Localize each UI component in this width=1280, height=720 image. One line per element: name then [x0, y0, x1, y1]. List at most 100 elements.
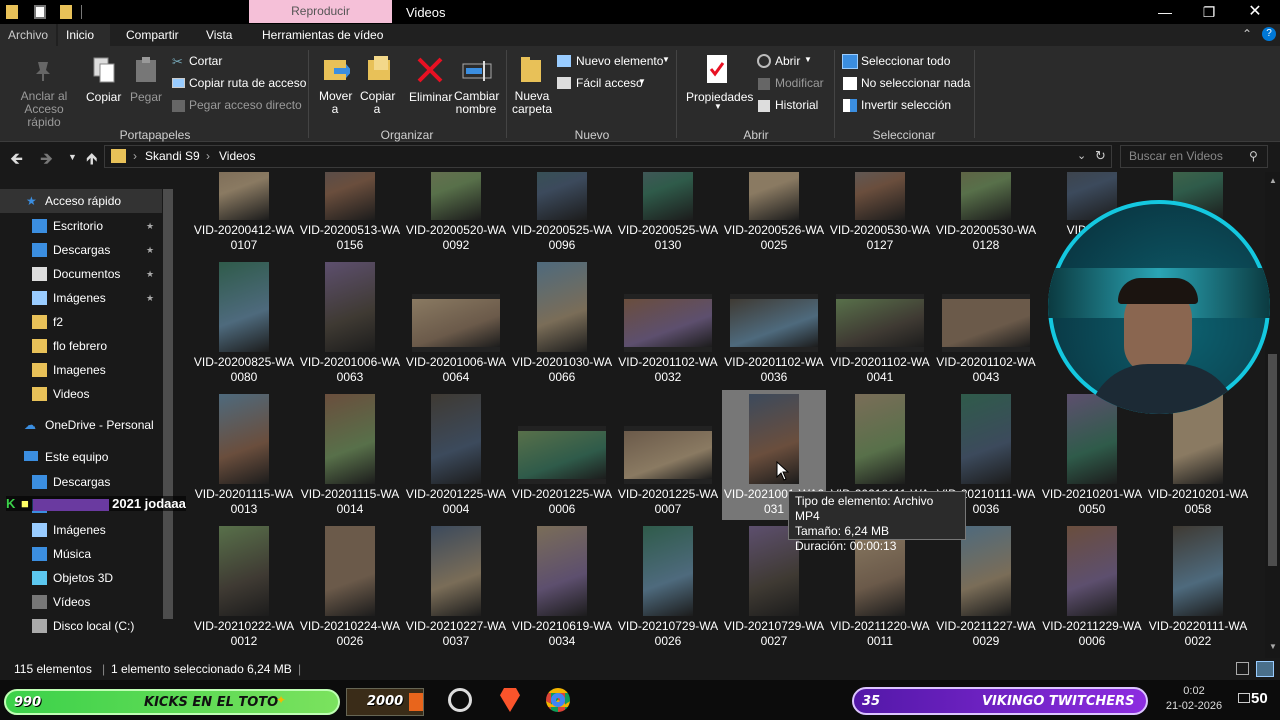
breadcrumb-skandi[interactable]: Skandi S9 — [145, 149, 200, 163]
sidebar-item-este-equipo[interactable]: Este equipo — [0, 445, 162, 469]
nuevo-elemento-button[interactable]: Nuevo elemento — [576, 54, 663, 68]
file-tile[interactable]: VID-20201225-WA0004 — [404, 390, 508, 520]
file-tile[interactable]: VID-20200530-WA0127 — [828, 172, 932, 256]
nav-scrollbar[interactable] — [163, 183, 173, 657]
back-arrow-icon[interactable]: 🡸 — [10, 148, 23, 175]
file-tile[interactable]: VID-20200526-WA0025 — [722, 172, 826, 256]
details-view-icon[interactable] — [1236, 662, 1249, 675]
sidebar-item-qa-7[interactable]: Videos — [0, 382, 162, 406]
file-tile[interactable]: VID-20220111-WA0022 — [1146, 522, 1250, 652]
seleccionar-todo-button[interactable]: Seleccionar todo — [861, 54, 950, 68]
scroll-up-icon[interactable]: ▲ — [1269, 176, 1277, 185]
new-folder-quick-icon[interactable] — [60, 5, 72, 19]
file-tile[interactable]: VID-20200520-WA0092 — [404, 172, 508, 256]
file-tile[interactable]: VID-20201115-WA0014 — [298, 390, 402, 520]
file-tile[interactable]: VID-20210619-WA0034 — [510, 522, 614, 652]
properties-quick-icon[interactable] — [34, 5, 46, 19]
refresh-icon[interactable]: ↻ — [1095, 148, 1106, 164]
pin-icon[interactable]: ★ — [146, 286, 154, 310]
file-tile[interactable]: VID-20201030-WA0066 — [510, 258, 614, 388]
sidebar-item-pc-6[interactable]: Disco local (C:) — [0, 614, 162, 638]
sidebar-item-pc-3[interactable]: Música — [0, 542, 162, 566]
vertical-scrollbar[interactable]: ▲ ▼ — [1265, 172, 1280, 658]
search-box[interactable]: Buscar en Videos ⚲ — [1120, 145, 1268, 168]
sidebar-item-qa-1[interactable]: Descargas ★ — [0, 238, 162, 262]
close-button[interactable]: ✕ — [1232, 2, 1278, 22]
cambiar-nombre-button[interactable]: Cambiar nombre — [454, 90, 499, 116]
chevron-right-icon[interactable]: › — [206, 149, 210, 163]
file-tile[interactable]: VID-20210224-WA0026 — [298, 522, 402, 652]
copiar-ruta-button[interactable]: Copiar ruta de acceso — [189, 76, 306, 90]
sidebar-item-pc-2[interactable]: Imágenes — [0, 518, 162, 542]
breadcrumb-videos[interactable]: Videos — [219, 149, 255, 163]
forward-arrow-icon[interactable]: 🡺 — [40, 148, 53, 175]
sidebar-item-pc-4[interactable]: Objetos 3D — [0, 566, 162, 590]
minimize-button[interactable]: — — [1142, 2, 1188, 22]
file-tile[interactable]: VID-20201225-WA0006 — [510, 390, 614, 520]
sidebar-item-qa-4[interactable]: f2 — [0, 310, 162, 334]
file-tile[interactable]: VID-20201115-WA0013 — [192, 390, 296, 520]
no-seleccionar-button[interactable]: No seleccionar nada — [861, 76, 970, 90]
scroll-down-icon[interactable]: ▼ — [1269, 642, 1277, 651]
scroll-thumb[interactable] — [1268, 354, 1277, 566]
pin-icon[interactable]: ★ — [146, 214, 154, 238]
chevron-down-icon[interactable]: ⌄ — [1077, 149, 1086, 162]
tab-archivo[interactable]: Archivo — [0, 24, 56, 46]
file-tile[interactable]: VID-20210222-WA0012 — [192, 522, 296, 652]
scroll-thumb[interactable] — [163, 189, 173, 619]
eliminar-button[interactable]: Eliminar — [409, 90, 452, 104]
dropdown-arrow-icon[interactable]: ▼ — [714, 102, 722, 111]
modificar-button[interactable]: Modificar — [775, 76, 824, 90]
file-tile[interactable]: VID-20201102-WA0041 — [828, 258, 932, 388]
file-tile[interactable]: VID-20200530-WA0128 — [934, 172, 1038, 256]
file-tile[interactable]: VID-20210227-WA0037 — [404, 522, 508, 652]
sidebar-item-qa-5[interactable]: flo febrero — [0, 334, 162, 358]
file-tile[interactable]: VID-20201102-WA0036 — [722, 258, 826, 388]
sidebar-item-acceso-rapido[interactable]: ★ Acceso rápido — [0, 189, 162, 213]
maximize-button[interactable]: ❐ — [1186, 2, 1232, 22]
help-icon[interactable]: ? — [1262, 27, 1276, 41]
file-tile[interactable]: VID-20200513-WA0156 — [298, 172, 402, 256]
file-tile[interactable]: VID-20201102-WA0032 — [616, 258, 720, 388]
tab-compartir[interactable]: Compartir — [118, 24, 187, 46]
tab-herramientas-video[interactable]: Herramientas de vídeo — [254, 24, 391, 46]
sidebar-item-qa-3[interactable]: Imágenes ★ — [0, 286, 162, 310]
chevron-up-icon[interactable]: ⌃ — [1242, 27, 1252, 41]
file-tile[interactable]: VID-20201102-WA0043 — [934, 258, 1038, 388]
context-tab-reproducir[interactable]: Reproducir — [249, 0, 392, 23]
dropdown-arrow-icon[interactable]: ▼ — [804, 55, 812, 64]
sidebar-item-qa-0[interactable]: Escritorio ★ — [0, 214, 162, 238]
cortar-button[interactable]: Cortar — [189, 54, 222, 68]
file-tile[interactable]: VID-20211229-WA0006 — [1040, 522, 1144, 652]
file-tile[interactable]: VID-20201225-WA0007 — [616, 390, 720, 520]
pin-icon[interactable]: ★ — [146, 262, 154, 286]
file-tile[interactable]: VID-20210729-WA0026 — [616, 522, 720, 652]
dropdown-arrow-icon[interactable]: ▼ — [662, 55, 670, 64]
taskbar-app-file-explorer[interactable]: 2000 — [346, 688, 424, 716]
notification-count[interactable]: 50 — [1238, 690, 1268, 707]
abrir-button[interactable]: Abrir — [775, 54, 800, 68]
copiar-button[interactable]: Copiar — [86, 90, 121, 104]
recent-dropdown-icon[interactable]: ▼ — [68, 152, 77, 162]
mover-a-button[interactable]: Mover a — [319, 90, 352, 116]
pegar-acceso-button[interactable]: Pegar acceso directo — [189, 98, 302, 112]
dropdown-arrow-icon[interactable]: ▼ — [638, 77, 646, 86]
anclar-button[interactable]: Anclar al Acceso rápido — [8, 90, 80, 129]
historial-button[interactable]: Historial — [775, 98, 818, 112]
taskbar-clock[interactable]: 0:02 21-02-2026 — [1164, 684, 1224, 714]
taskbar-app-chrome[interactable] — [546, 688, 570, 712]
sidebar-item-onedrive[interactable]: ☁ OneDrive - Personal — [0, 413, 162, 437]
invertir-seleccion-button[interactable]: Invertir selección — [861, 98, 951, 112]
path-box[interactable]: › Skandi S9 › Videos ⌄ ↻ — [104, 145, 1112, 168]
chevron-right-icon[interactable]: › — [133, 149, 137, 163]
facil-acceso-button[interactable]: Fácil acceso — [576, 76, 643, 90]
up-arrow-icon[interactable]: 🡹 — [86, 148, 98, 175]
file-tile[interactable]: VID-20201006-WA0064 — [404, 258, 508, 388]
file-tile[interactable]: VID-20200825-WA0080 — [192, 258, 296, 388]
taskbar-app-obs[interactable] — [448, 688, 472, 712]
sidebar-item-qa-6[interactable]: Imagenes — [0, 358, 162, 382]
large-icons-view-icon[interactable] — [1256, 661, 1274, 677]
tab-vista[interactable]: Vista — [198, 24, 240, 46]
nueva-carpeta-button[interactable]: Nueva carpeta — [512, 90, 552, 116]
search-input[interactable]: Buscar en Videos — [1129, 149, 1223, 163]
